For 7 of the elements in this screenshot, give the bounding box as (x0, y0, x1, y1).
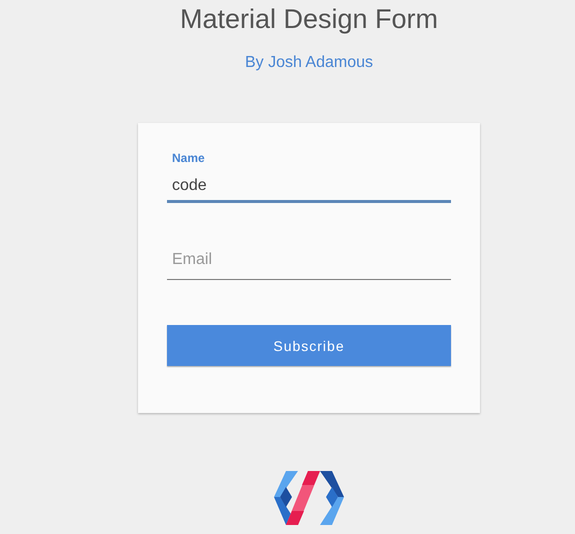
subscribe-button[interactable]: Subscribe (167, 325, 451, 366)
page-title: Material Design Form (180, 3, 438, 35)
logo-icon (274, 469, 344, 525)
author-byline: By Josh Adamous (244, 54, 374, 72)
input-field[interactable]: code (167, 173, 451, 203)
field-label: Name (172, 151, 205, 165)
field-label: Email (172, 251, 212, 269)
